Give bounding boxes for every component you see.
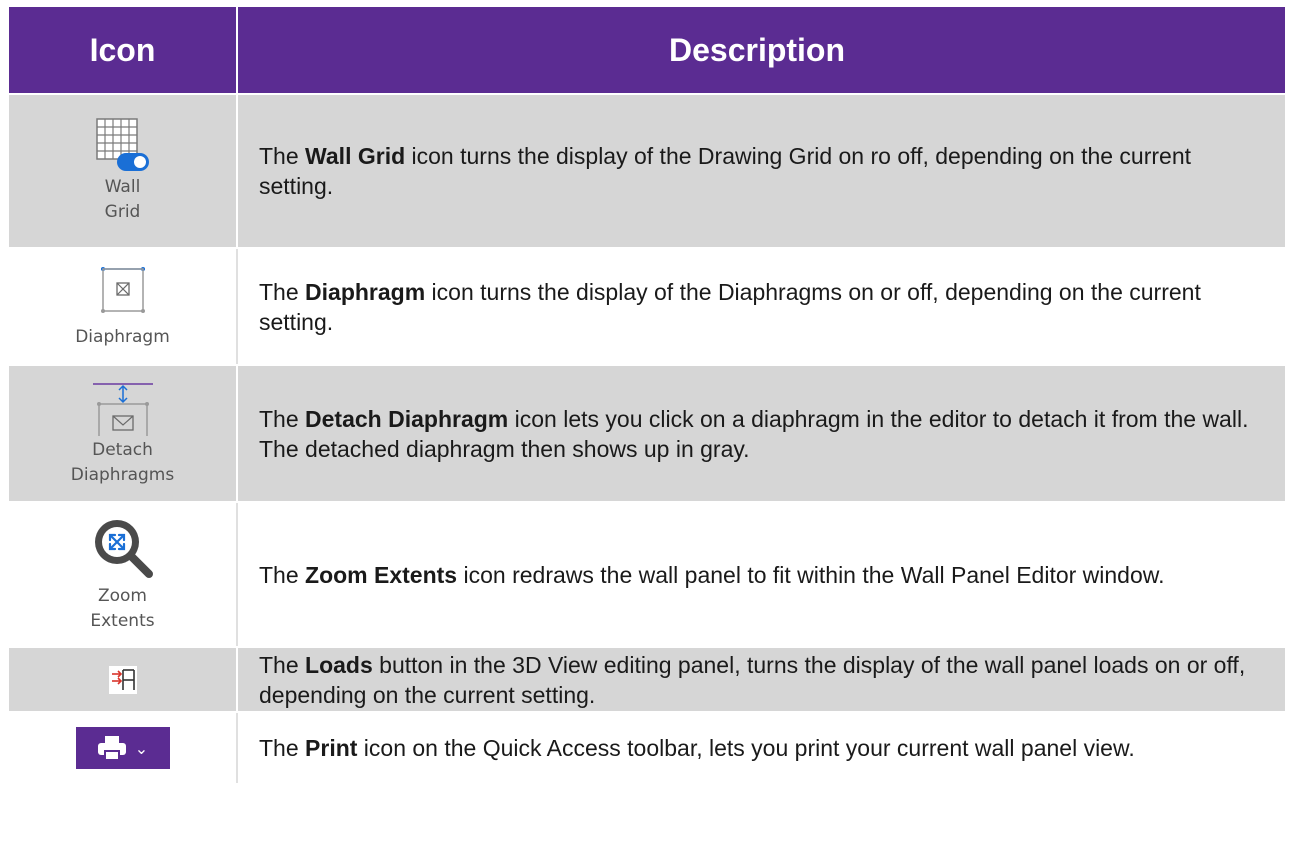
table-row: ⌄ The Print icon on the Quick Access too… bbox=[9, 711, 1285, 783]
icon-label: Zoom Extents bbox=[90, 584, 154, 634]
desc-bold: Diaphragm bbox=[305, 278, 426, 305]
desc-bold: Zoom Extents bbox=[305, 561, 458, 588]
table-row: Diaphragm The Diaphragm icon turns the d… bbox=[9, 247, 1285, 364]
icon-label-line: Grid bbox=[104, 202, 141, 222]
desc-text: The bbox=[259, 735, 306, 761]
description-cell: The Print icon on the Quick Access toolb… bbox=[238, 713, 1285, 783]
table-row: Zoom Extents The Zoom Extents icon redra… bbox=[9, 501, 1285, 646]
zoom-extents-icon bbox=[94, 519, 153, 578]
header-icon-column: Icon bbox=[9, 7, 238, 93]
desc-text: The bbox=[259, 278, 306, 305]
desc-bold: Wall Grid bbox=[305, 143, 406, 169]
icon-cell: Diaphragm bbox=[9, 249, 238, 364]
icon-label-line: Extents bbox=[90, 610, 155, 631]
icon-cell: ⌄ bbox=[9, 713, 238, 783]
icon-cell: Detach Diaphragms bbox=[9, 366, 238, 501]
table-row: The Loads button in the 3D View editing … bbox=[9, 646, 1285, 711]
header-description-column: Description bbox=[668, 32, 846, 68]
desc-text: icon redraws the wall panel to fit withi… bbox=[457, 561, 1165, 588]
detach-diaphragm-icon bbox=[92, 382, 153, 436]
description-cell: The Loads button in the 3D View editing … bbox=[238, 648, 1285, 711]
icon-label: Detach Diaphragms bbox=[71, 438, 174, 488]
desc-bold: Loads bbox=[305, 651, 373, 678]
icon-cell: Wall Grid bbox=[9, 95, 238, 247]
desc-text: The bbox=[259, 143, 306, 169]
wall-grid-icon bbox=[95, 118, 149, 171]
desc-text: The bbox=[259, 561, 306, 588]
icon-label-line: Diaphragms bbox=[70, 464, 175, 485]
table-header: Icon Description bbox=[9, 7, 1285, 93]
icon-description-table: Icon Description Wall Grid The Wall Grid… bbox=[9, 7, 1285, 783]
description-cell: The Wall Grid icon turns the display of … bbox=[238, 95, 1285, 247]
icon-label-line: Diaphragm bbox=[75, 327, 170, 347]
description-cell: The Detach Diaphragm icon lets you click… bbox=[238, 366, 1285, 501]
icon-cell: Zoom Extents bbox=[9, 503, 238, 646]
icon-label-line: Wall bbox=[104, 177, 141, 197]
icon-label-line: Zoom bbox=[97, 585, 147, 606]
icon-label: Wall Grid bbox=[105, 175, 141, 225]
description-cell: The Diaphragm icon turns the display of … bbox=[238, 249, 1285, 364]
icon-cell bbox=[9, 648, 238, 711]
chevron-down-icon: ⌄ bbox=[134, 738, 149, 758]
diaphragm-icon bbox=[100, 267, 145, 313]
desc-text: icon on the Quick Access toolbar, lets y… bbox=[357, 735, 1135, 761]
desc-text: The bbox=[259, 651, 306, 678]
table-row: Detach Diaphragms The Detach Diaphragm i… bbox=[9, 364, 1285, 501]
print-icon bbox=[97, 736, 126, 760]
desc-bold: Detach Diaphragm bbox=[305, 405, 509, 432]
description-cell: The Zoom Extents icon redraws the wall p… bbox=[238, 503, 1285, 646]
table-row: Wall Grid The Wall Grid icon turns the d… bbox=[9, 93, 1285, 247]
desc-text: The bbox=[259, 405, 306, 432]
icon-label-line: Detach bbox=[92, 439, 153, 460]
desc-bold: Print bbox=[305, 735, 358, 761]
print-button-preview: ⌄ bbox=[75, 727, 170, 769]
desc-text: button in the 3D View editing panel, tur… bbox=[259, 651, 1246, 708]
loads-icon bbox=[108, 665, 137, 694]
icon-label: Diaphragm bbox=[75, 325, 170, 350]
